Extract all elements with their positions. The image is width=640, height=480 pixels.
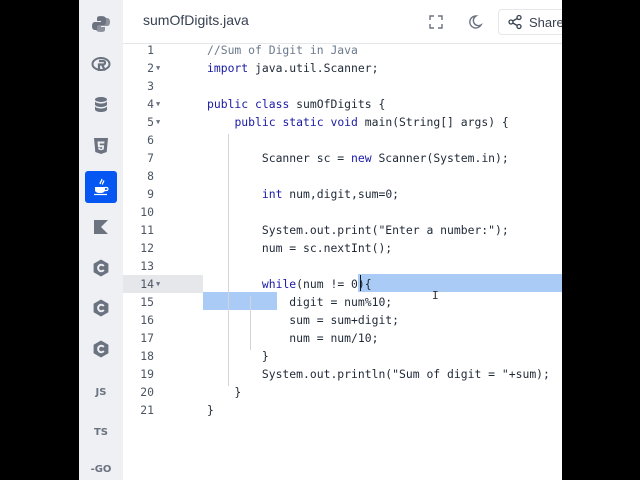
line-number: 16	[123, 311, 203, 329]
line-number-text: 19	[140, 367, 154, 381]
line-number: 5 ▼	[123, 113, 203, 131]
line-number-text: 6	[147, 133, 154, 147]
line-number: 17	[123, 329, 203, 347]
line-number-text: 12	[140, 241, 154, 255]
cpp-icon[interactable]	[85, 292, 117, 324]
line-number-text: 9	[147, 187, 154, 201]
expand-icon	[429, 15, 443, 29]
code-line: int num,digit,sum=0;	[261, 187, 400, 201]
line-number: 11	[123, 221, 203, 239]
code-line: }	[207, 349, 269, 363]
code-area[interactable]: I //Sum of Digit in Java import java.util…	[203, 43, 562, 480]
fold-chevron-icon[interactable]: ▼	[156, 113, 160, 131]
go-icon[interactable]: -GO	[85, 453, 117, 480]
python-icon[interactable]	[85, 8, 117, 40]
code-line: System.out.println("Sum of digit = "+sum…	[207, 367, 550, 381]
line-number: 7	[123, 149, 203, 167]
code-line: num = sc.nextInt();	[207, 241, 393, 255]
fullscreen-button[interactable]	[423, 9, 449, 35]
kotlin-icon[interactable]	[85, 211, 117, 243]
c-icon[interactable]	[85, 252, 117, 284]
line-number-text: 20	[140, 385, 154, 399]
line-number-text: 3	[147, 79, 154, 93]
code-line: public class sumOfDigits {	[207, 97, 386, 111]
java-icon[interactable]	[85, 171, 117, 203]
line-number-text: 11	[140, 223, 154, 237]
rail-label-go: -GO	[90, 463, 112, 475]
rail-label-js: JS	[95, 386, 107, 398]
line-number-text: 14	[140, 277, 154, 291]
code-line: //Sum of Digit in Java	[207, 43, 358, 57]
line-number-text: 16	[140, 313, 154, 327]
code-line: while(num != 0){	[261, 277, 372, 291]
moon-icon	[469, 15, 483, 29]
line-number-gutter: 1 2 ▼ 3 4 ▼ 5 ▼ 6 7 8 9 10 11 12 13 14 ▼ 15 16 17 18 19 20 21	[123, 41, 203, 480]
line-number-text: 2	[147, 61, 154, 75]
code-line: sum = sum+digit;	[207, 313, 400, 327]
text-selection	[358, 274, 562, 292]
line-number: 8	[123, 167, 203, 185]
share-label: Share	[529, 14, 562, 30]
line-number-text: 8	[147, 169, 154, 183]
csharp-icon[interactable]	[85, 333, 117, 365]
html5-icon[interactable]	[85, 130, 117, 162]
fold-chevron-icon[interactable]: ▼	[156, 59, 160, 77]
code-line: import java.util.Scanner;	[207, 61, 379, 75]
fold-chevron-icon[interactable]: ▼	[156, 275, 160, 293]
rail-label-ts: TS	[93, 426, 109, 438]
line-number-text: 10	[140, 205, 154, 219]
line-number: 6	[123, 131, 203, 149]
r-icon[interactable]	[85, 49, 117, 81]
line-number-text: 1	[147, 43, 154, 57]
line-number: 14 ▼	[123, 275, 203, 293]
line-number: 19	[123, 365, 203, 383]
line-number-text: 4	[147, 97, 154, 111]
theme-toggle-button[interactable]	[462, 9, 488, 35]
line-number-text: 5	[147, 115, 154, 129]
line-number: 20	[123, 383, 203, 401]
line-number: 9	[123, 185, 203, 203]
line-number: 10	[123, 203, 203, 221]
line-number: 1	[123, 41, 203, 59]
share-icon	[508, 14, 522, 30]
line-number: 13	[123, 257, 203, 275]
code-editor[interactable]: 1 2 ▼ 3 4 ▼ 5 ▼ 6 7 8 9 10 11 12 13 14 ▼ 15 16 17 18 19 20 21 I …	[123, 41, 562, 480]
code-line: }	[207, 403, 214, 417]
line-number: 4 ▼	[123, 95, 203, 113]
editor-app: JS TS -GO sumOfDigits.java Share 1 2 ▼ 3 4 ▼ 5…	[79, 0, 562, 480]
code-line: System.out.print("Enter a number:");	[207, 223, 509, 237]
line-number-text: 17	[140, 331, 154, 345]
line-number: 3	[123, 77, 203, 95]
line-number-text: 18	[140, 349, 154, 363]
code-line: num = num/10;	[207, 331, 379, 345]
code-line: }	[207, 385, 242, 399]
line-number: 12	[123, 239, 203, 257]
editor-header: sumOfDigits.java Share	[123, 0, 562, 44]
typescript-icon[interactable]: TS	[85, 416, 117, 448]
code-line: Scanner sc = new Scanner(System.in);	[207, 151, 509, 165]
line-number: 21	[123, 401, 203, 419]
line-number-text: 7	[147, 151, 154, 165]
code-line: public static void main(String[] args) {	[234, 115, 509, 129]
javascript-icon[interactable]: JS	[85, 376, 117, 408]
language-rail: JS TS -GO	[79, 0, 123, 480]
line-number: 18	[123, 347, 203, 365]
database-icon[interactable]	[85, 89, 117, 121]
line-number: 15	[123, 293, 203, 311]
line-number: 2 ▼	[123, 59, 203, 77]
line-number-text: 21	[140, 403, 154, 417]
fold-chevron-icon[interactable]: ▼	[156, 95, 160, 113]
mouse-cursor: I	[432, 289, 439, 302]
share-button[interactable]: Share	[498, 9, 562, 35]
code-line: digit = num%10;	[207, 295, 393, 309]
file-tab[interactable]: sumOfDigits.java	[143, 12, 249, 28]
line-number-text: 15	[140, 295, 154, 309]
line-number-text: 13	[140, 259, 154, 273]
